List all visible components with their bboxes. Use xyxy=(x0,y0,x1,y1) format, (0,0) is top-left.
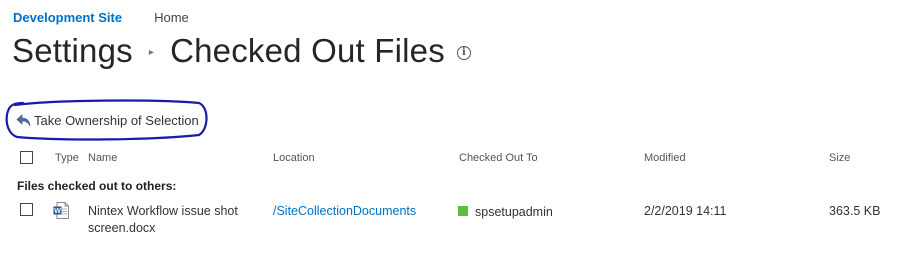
take-ownership-button[interactable]: Take Ownership of Selection xyxy=(16,112,199,128)
location-link[interactable]: /SiteCollectionDocuments xyxy=(273,204,416,218)
column-header-checked-out-to[interactable]: Checked Out To xyxy=(459,152,538,164)
column-header-size[interactable]: Size xyxy=(829,152,850,164)
top-nav: Development Site Home xyxy=(13,10,189,25)
home-link[interactable]: Home xyxy=(154,10,189,25)
breadcrumb-separator-icon: ▸ xyxy=(148,46,155,58)
reply-arrow-icon xyxy=(16,114,31,127)
word-document-icon: W xyxy=(53,202,69,219)
site-title-link[interactable]: Development Site xyxy=(13,10,122,25)
presence-status-icon xyxy=(458,206,468,216)
column-header-type[interactable]: Type xyxy=(55,152,79,164)
group-label: Files checked out to others: xyxy=(17,179,177,193)
page-title: Settings ▸ Checked Out Files i xyxy=(12,32,471,70)
row-checkbox[interactable] xyxy=(20,203,33,216)
file-name-line1[interactable]: Nintex Workflow issue shot xyxy=(88,204,238,218)
checked-out-to-user[interactable]: spsetupadmin xyxy=(475,205,553,219)
column-header-location[interactable]: Location xyxy=(273,152,315,164)
column-header-name[interactable]: Name xyxy=(88,152,117,164)
file-size: 363.5 KB xyxy=(829,204,881,218)
take-ownership-label: Take Ownership of Selection xyxy=(34,112,199,128)
select-all-checkbox[interactable] xyxy=(20,151,33,164)
info-icon[interactable]: i xyxy=(456,46,471,60)
column-header-modified[interactable]: Modified xyxy=(644,152,686,164)
svg-text:W: W xyxy=(54,208,61,215)
page-title-current: Checked Out Files xyxy=(170,32,445,69)
breadcrumb-settings[interactable]: Settings xyxy=(12,32,133,70)
modified-date: 2/2/2019 14:11 xyxy=(644,204,727,218)
file-name-line2[interactable]: screen.docx xyxy=(88,221,155,235)
